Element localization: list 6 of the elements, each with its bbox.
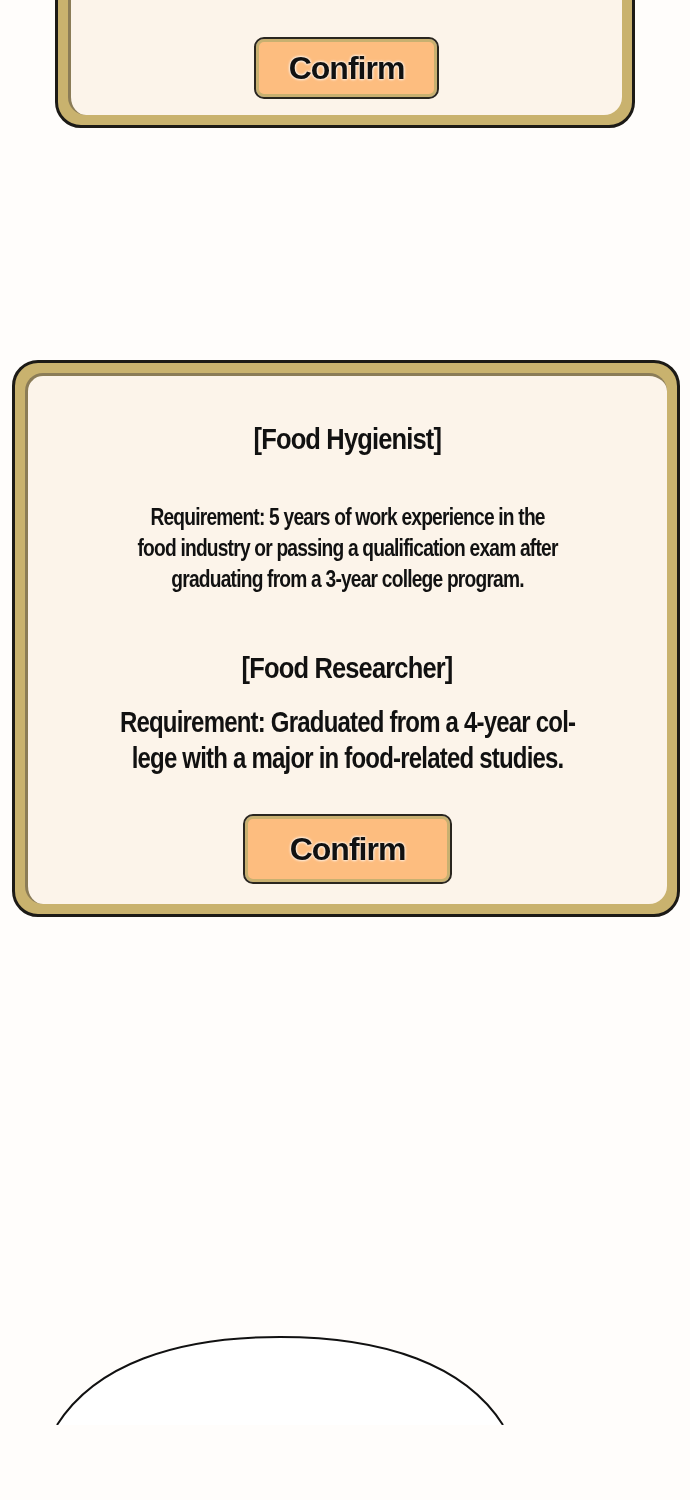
confirm-button[interactable]: Confirm <box>255 39 438 97</box>
requirement-text: Requirement: 5 years of work experience in the food industry or passing a qualification exam after graduating from a 3-year college program. <box>137 502 558 595</box>
section-title: [Food Hygienist] <box>253 421 442 457</box>
section-title: [Food Researcher] <box>242 649 453 686</box>
requirement-text: Requirement: Graduated from a 4-year col- lege with a major in food-related studies. <box>119 703 576 776</box>
confirm-button[interactable]: Confirm <box>244 815 451 882</box>
